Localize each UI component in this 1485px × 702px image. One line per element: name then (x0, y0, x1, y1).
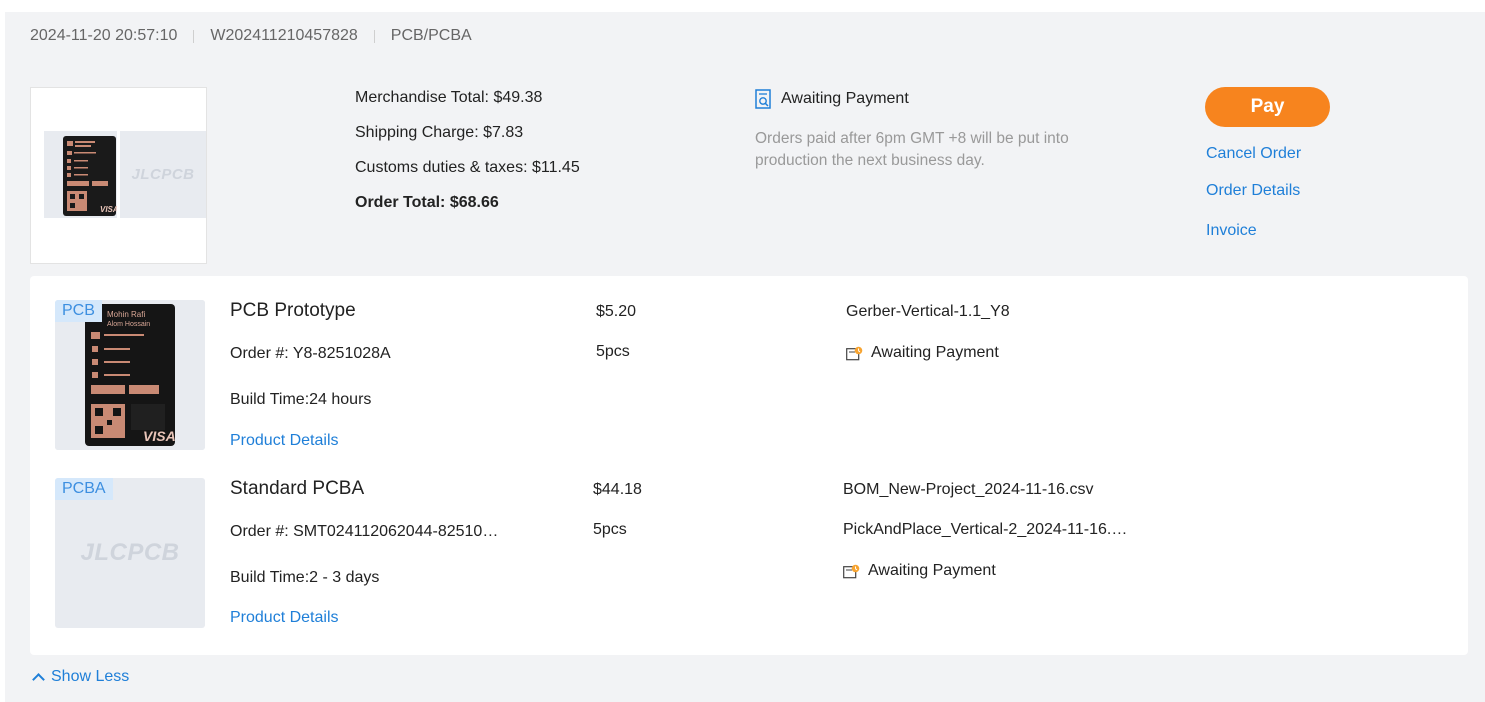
invoice-link[interactable]: Invoice (1206, 222, 1257, 240)
order-details-link[interactable]: Order Details (1206, 182, 1300, 200)
order-number: W202411210457828 (210, 27, 358, 44)
pick-and-place-file-name: PickAndPlace_Vertical-2_2024-11-16.… (843, 521, 1128, 538)
order-number: Order #: Y8-8251028A (230, 345, 391, 362)
order-number: Order #: SMT024112062044-82510… (230, 523, 499, 540)
payment-note: Orders paid after 6pm GMT +8 will be put… (755, 130, 1069, 169)
status-text: Awaiting Payment (868, 562, 996, 579)
product-image: JLCPCB PCBA (55, 478, 205, 628)
shipping-charge: Shipping Charge: $7.83 (355, 124, 524, 141)
status-label: Awaiting Payment (781, 90, 909, 107)
pcb-tag: PCB (55, 300, 102, 322)
list-item: Mohin Rafi Alom Hossain VISA PCB PCB Pro… (55, 300, 1455, 450)
pcb-thumbnail: VISA (44, 131, 119, 218)
order-items: Mohin Rafi Alom Hossain VISA PCB PCB Pro… (30, 276, 1468, 655)
item-quantity: 5pcs (593, 521, 627, 538)
item-price: $5.20 (596, 303, 637, 320)
svg-text:VISA: VISA (100, 205, 117, 214)
item-status: Awaiting Payment (846, 344, 999, 362)
divider (373, 29, 375, 43)
payment-status: Awaiting Payment Orders paid after 6pm G… (755, 88, 1085, 172)
receipt-search-icon (755, 89, 771, 109)
product-details-link[interactable]: Product Details (230, 609, 339, 627)
order-thumbnails: VISA JLCPCB (30, 87, 207, 264)
order-actions: Pay Cancel Order Order Details Invoice (1205, 87, 1330, 239)
product-image: Mohin Rafi Alom Hossain VISA PCB (55, 300, 205, 450)
pcba-tag: PCBA (55, 478, 113, 500)
build-time: Build Time:24 hours (230, 391, 372, 408)
show-less-label: Show Less (51, 668, 130, 685)
svg-text:Alom Hossain: Alom Hossain (107, 321, 150, 328)
file-name: Gerber-Vertical-1.1_Y8 (846, 303, 1010, 320)
bom-file-name: BOM_New-Project_2024-11-16.csv (843, 481, 1094, 498)
order-type: PCB/PCBA (390, 27, 472, 44)
list-item: JLCPCB PCBA Standard PCBA Order #: SMT02… (55, 478, 1455, 628)
pay-button[interactable]: Pay (1205, 87, 1330, 127)
divider (193, 29, 195, 43)
customs-duties: Customs duties & taxes: $11.45 (355, 159, 580, 176)
chevron-up-icon (32, 673, 45, 686)
item-status: Awaiting Payment (843, 562, 996, 580)
pending-payment-icon (846, 346, 863, 360)
jlcpcb-logo: JLCPCB (131, 166, 195, 183)
pcba-thumbnail: JLCPCB (120, 131, 206, 218)
show-less-toggle[interactable]: Show Less (31, 668, 129, 686)
pending-payment-icon (843, 564, 860, 578)
cancel-order-link[interactable]: Cancel Order (1206, 145, 1301, 163)
order-card: 2024-11-20 20:57:10 W202411210457828 PCB… (5, 12, 1485, 702)
status-text: Awaiting Payment (871, 344, 999, 361)
merchandise-total: Merchandise Total: $49.38 (355, 89, 543, 106)
order-totals: Merchandise Total: $49.38 Shipping Charg… (355, 87, 580, 227)
order-total: Order Total: $68.66 (355, 194, 499, 211)
product-details-link[interactable]: Product Details (230, 432, 339, 450)
pcb-card-image: Mohin Rafi Alom Hossain VISA (55, 300, 205, 450)
build-time: Build Time:2 - 3 days (230, 569, 380, 586)
item-quantity: 5pcs (596, 343, 630, 360)
order-header: 2024-11-20 20:57:10 W202411210457828 PCB… (30, 27, 472, 45)
svg-text:Mohin Rafi: Mohin Rafi (107, 310, 145, 319)
jlcpcb-logo: JLCPCB (80, 539, 180, 566)
product-title: PCB Prototype (230, 300, 356, 321)
pcb-card-image: VISA (44, 131, 119, 218)
product-title: Standard PCBA (230, 478, 365, 499)
order-date: 2024-11-20 20:57:10 (30, 27, 178, 44)
item-price: $44.18 (593, 481, 642, 498)
svg-text:VISA: VISA (143, 428, 176, 444)
